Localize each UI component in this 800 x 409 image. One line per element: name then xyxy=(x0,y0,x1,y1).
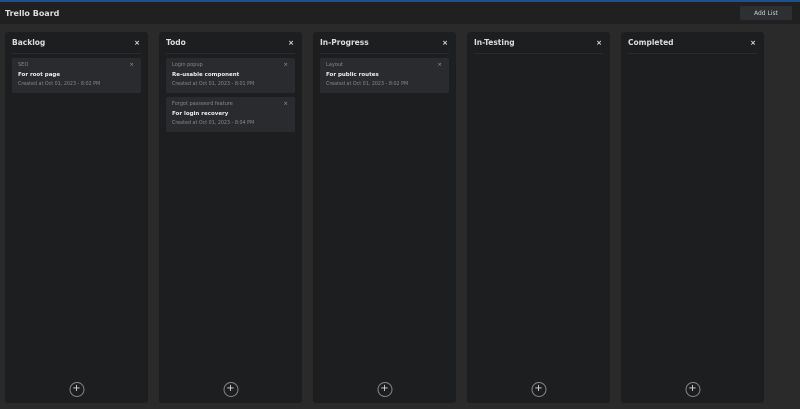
list-in-progress: In-Progress × Layout For public routes C… xyxy=(313,32,456,403)
card-title: For login recovery xyxy=(172,111,229,117)
add-card-button[interactable]: + xyxy=(685,382,700,397)
delete-list-icon[interactable]: × xyxy=(288,39,294,47)
list-title: In-Progress xyxy=(320,38,369,47)
delete-card-icon[interactable]: × xyxy=(129,62,134,68)
card-tag: Login popup xyxy=(172,62,203,68)
card-title: Re-usable component xyxy=(172,72,240,78)
delete-card-icon[interactable]: × xyxy=(437,62,442,68)
card-tag: Layout xyxy=(326,62,343,68)
add-card-button[interactable]: + xyxy=(377,382,392,397)
list-todo: Todo × Login popup Re-usable component C… xyxy=(159,32,302,403)
card-date: Created at Oct 01, 2023 - 8:04 PM xyxy=(172,121,255,126)
delete-list-icon[interactable]: × xyxy=(596,39,602,47)
delete-list-icon[interactable]: × xyxy=(134,39,140,47)
app-title: Trello Board xyxy=(5,8,60,18)
list-header: Completed × xyxy=(628,32,757,54)
list-completed: Completed × + xyxy=(621,32,764,403)
card-date: Created at Oct 01, 2023 - 8:02 PM xyxy=(326,82,409,87)
delete-list-icon[interactable]: × xyxy=(442,39,448,47)
list-title: Completed xyxy=(628,38,674,47)
card[interactable]: Forgot password feature For login recove… xyxy=(166,97,295,132)
board: Backlog × SEO For root page Created at O… xyxy=(5,32,764,403)
card-tag: SEO xyxy=(18,62,29,68)
list-header: Backlog × xyxy=(12,32,141,54)
delete-card-icon[interactable]: × xyxy=(283,101,288,107)
card-title: For public routes xyxy=(326,72,379,78)
delete-card-icon[interactable]: × xyxy=(283,62,288,68)
list-title: Todo xyxy=(166,38,186,47)
card-tag: Forgot password feature xyxy=(172,101,233,107)
card-date: Created at Oct 01, 2023 - 8:01 PM xyxy=(172,82,255,87)
card-date: Created at Oct 01, 2023 - 8:02 PM xyxy=(18,82,101,87)
list-in-testing: In-Testing × + xyxy=(467,32,610,403)
card[interactable]: Login popup Re-usable component Created … xyxy=(166,58,295,93)
list-backlog: Backlog × SEO For root page Created at O… xyxy=(5,32,148,403)
card[interactable]: SEO For root page Created at Oct 01, 202… xyxy=(12,58,141,93)
list-header: In-Testing × xyxy=(474,32,603,54)
list-title: Backlog xyxy=(12,38,46,47)
add-card-button[interactable]: + xyxy=(531,382,546,397)
app-header: Trello Board Add List xyxy=(0,2,800,24)
add-card-button[interactable]: + xyxy=(223,382,238,397)
list-header: Todo × xyxy=(166,32,295,54)
add-card-button[interactable]: + xyxy=(69,382,84,397)
card[interactable]: Layout For public routes Created at Oct … xyxy=(320,58,449,93)
add-list-button[interactable]: Add List xyxy=(740,6,792,20)
delete-list-icon[interactable]: × xyxy=(750,39,756,47)
list-title: In-Testing xyxy=(474,38,515,47)
list-header: In-Progress × xyxy=(320,32,449,54)
card-title: For root page xyxy=(18,72,61,78)
